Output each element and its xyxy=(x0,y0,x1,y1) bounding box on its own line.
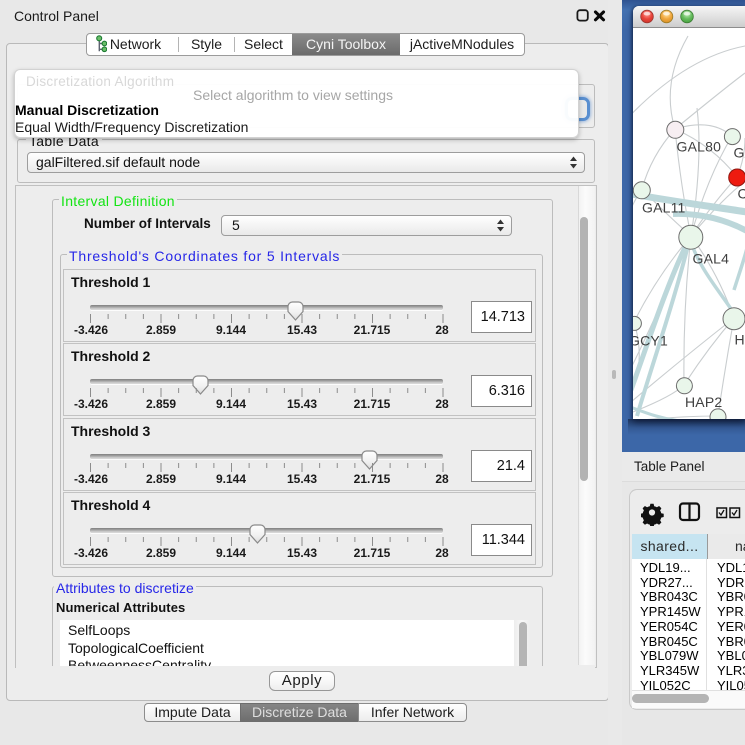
svg-text:GCY1: GCY1 xyxy=(633,333,668,349)
svg-text:HAP2: HAP2 xyxy=(685,394,722,410)
svg-text:GAL11: GAL11 xyxy=(642,200,686,216)
svg-text:GAL80: GAL80 xyxy=(677,139,722,155)
svg-text:C: C xyxy=(738,186,745,202)
svg-text:GA: GA xyxy=(734,145,745,161)
svg-text:GAL4: GAL4 xyxy=(693,251,730,267)
svg-text:H: H xyxy=(735,332,745,348)
